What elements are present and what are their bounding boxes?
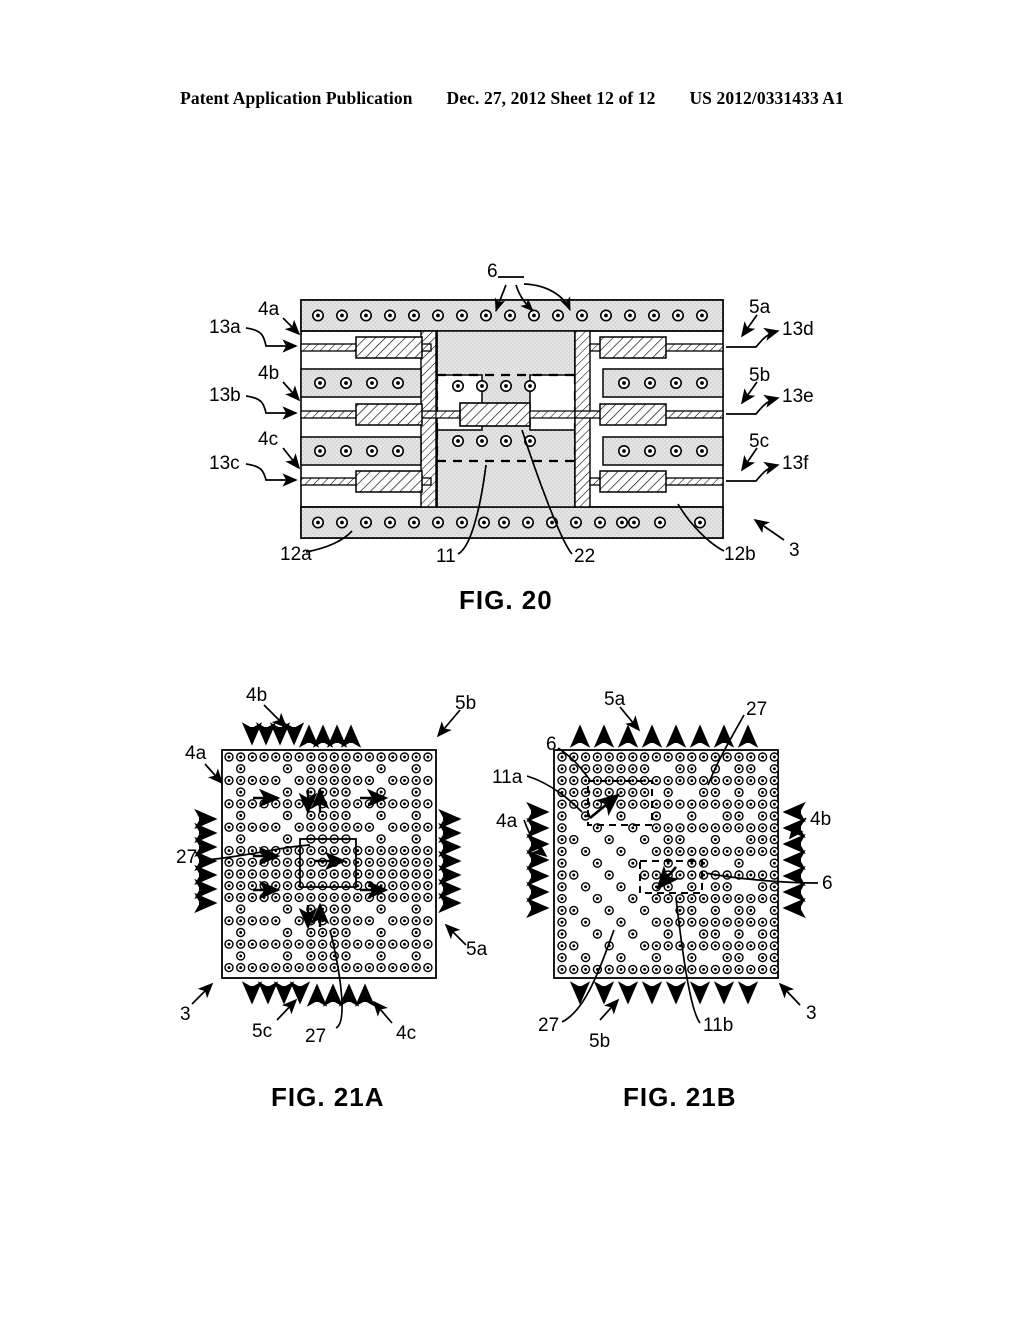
fig20-label-4a: 4a xyxy=(258,299,280,320)
fig21b-left-arrows xyxy=(526,801,550,919)
fig21a-label-27-left: 27 xyxy=(176,847,198,868)
fig21-drawings xyxy=(191,704,819,1029)
fig21a-body xyxy=(191,704,467,1029)
fig20-label-22: 22 xyxy=(574,546,596,567)
fig20-left-trace-13a xyxy=(300,330,437,508)
fig20-leaders xyxy=(245,276,785,555)
fig20-left-plane-2 xyxy=(300,436,422,466)
fig20-left-trace-13c xyxy=(300,470,432,493)
fig20-left-plane-1 xyxy=(300,368,422,398)
fig21a-via-array xyxy=(224,752,433,973)
fig21b-label-5b: 5b xyxy=(589,1031,611,1052)
header-date-sheet: Dec. 27, 2012 Sheet 12 of 12 xyxy=(446,88,656,108)
fig21b-label-3: 3 xyxy=(806,1003,817,1024)
fig20-center-upper-vias xyxy=(451,379,536,392)
fig20-label-12b: 12b xyxy=(724,544,756,565)
fig20-label-5c: 5c xyxy=(749,431,770,452)
fig20-caption: FIG. 20 xyxy=(459,585,553,615)
fig21a-right-arrows xyxy=(438,808,462,914)
fig21a-label-4a: 4a xyxy=(185,743,207,764)
fig21b-label-6-top: 6 xyxy=(546,734,557,755)
fig20-right-section xyxy=(574,330,724,508)
fig20-left-trace-13b xyxy=(300,403,438,426)
fig20-bottom-ground-vias xyxy=(311,516,706,529)
fig20-label-6: 6 xyxy=(487,261,498,282)
fig21b-top-arrows xyxy=(569,724,759,748)
fig21a-label-5c: 5c xyxy=(252,1021,273,1042)
fig21b-internal-arrows xyxy=(589,793,680,890)
fig21a-caption: FIG. 21A xyxy=(271,1082,385,1112)
fig20-label-13a: 13a xyxy=(209,317,241,338)
fig21a-label-27-bottom: 27 xyxy=(305,1026,327,1047)
fig20-label-13f: 13f xyxy=(782,453,809,474)
fig21a-label-5a: 5a xyxy=(466,939,488,960)
fig20-top-ground-vias xyxy=(311,309,708,322)
fig21b-body xyxy=(523,706,819,1024)
fig21b-caption: FIG. 21B xyxy=(623,1082,737,1112)
fig21b-leaders xyxy=(523,706,819,1024)
fig21b-label-5a: 5a xyxy=(604,689,626,710)
fig21b-label-4a: 4a xyxy=(496,811,518,832)
fig21a-leaders xyxy=(191,704,467,1029)
fig20-label-4b: 4b xyxy=(258,363,280,384)
fig20-body xyxy=(245,276,785,555)
fig20-label-11: 11 xyxy=(436,546,456,567)
fig21a-region-27 xyxy=(299,838,357,888)
page-header: Patent Application Publication Dec. 27, 2… xyxy=(0,88,1024,109)
fig20-label-3: 3 xyxy=(789,540,800,561)
fig21a-label-4c: 4c xyxy=(396,1023,417,1044)
fig20-center-lower-vias xyxy=(451,434,536,447)
fig21b-label-6-right: 6 xyxy=(822,873,833,894)
fig20-label-13b: 13b xyxy=(209,385,241,406)
fig21b-label-11b: 11b xyxy=(703,1015,734,1036)
fig20-dashed-region xyxy=(435,373,577,463)
fig20-label-5b: 5b xyxy=(749,365,771,386)
fig21a-label-4b: 4b xyxy=(246,685,268,706)
fig20-label-13d: 13d xyxy=(782,319,814,340)
fig20-drawing xyxy=(245,276,785,555)
fig21b-label-27-bottom: 27 xyxy=(538,1015,560,1036)
fig21b-region-11a xyxy=(587,780,653,826)
fig20-label-13c: 13c xyxy=(209,453,240,474)
fig21a-bottom-arrows xyxy=(241,981,376,1007)
fig20-left-cavity-outline xyxy=(301,330,421,508)
fig20-label-5a: 5a xyxy=(749,297,771,318)
fig21b-right-arrows xyxy=(782,801,806,919)
fig20-label-13e: 13e xyxy=(782,386,814,407)
fig21b-via-array xyxy=(557,752,780,975)
fig20-label-4c: 4c xyxy=(258,429,279,450)
fig21a-label-5b: 5b xyxy=(455,693,477,714)
fig21a-left-arrows xyxy=(194,808,218,914)
fig21b-label-27-top: 27 xyxy=(746,699,768,720)
fig21a-top-arrows xyxy=(241,722,362,748)
fig21b-bottom-arrows xyxy=(569,981,759,1005)
fig21b-region-11b xyxy=(639,860,703,894)
fig20-label-12a: 12a xyxy=(280,544,312,565)
fig21b-label-4b: 4b xyxy=(810,809,832,830)
header-pub-number: US 2012/0331433 A1 xyxy=(689,88,844,108)
header-publication: Patent Application Publication xyxy=(180,88,413,108)
fig21b-label-11a: 11a xyxy=(492,767,523,788)
fig21a-internal-arrows xyxy=(253,787,389,930)
patent-page: Patent Application Publication Dec. 27, 2… xyxy=(0,0,1024,1320)
fig21a-label-3: 3 xyxy=(180,1004,191,1025)
